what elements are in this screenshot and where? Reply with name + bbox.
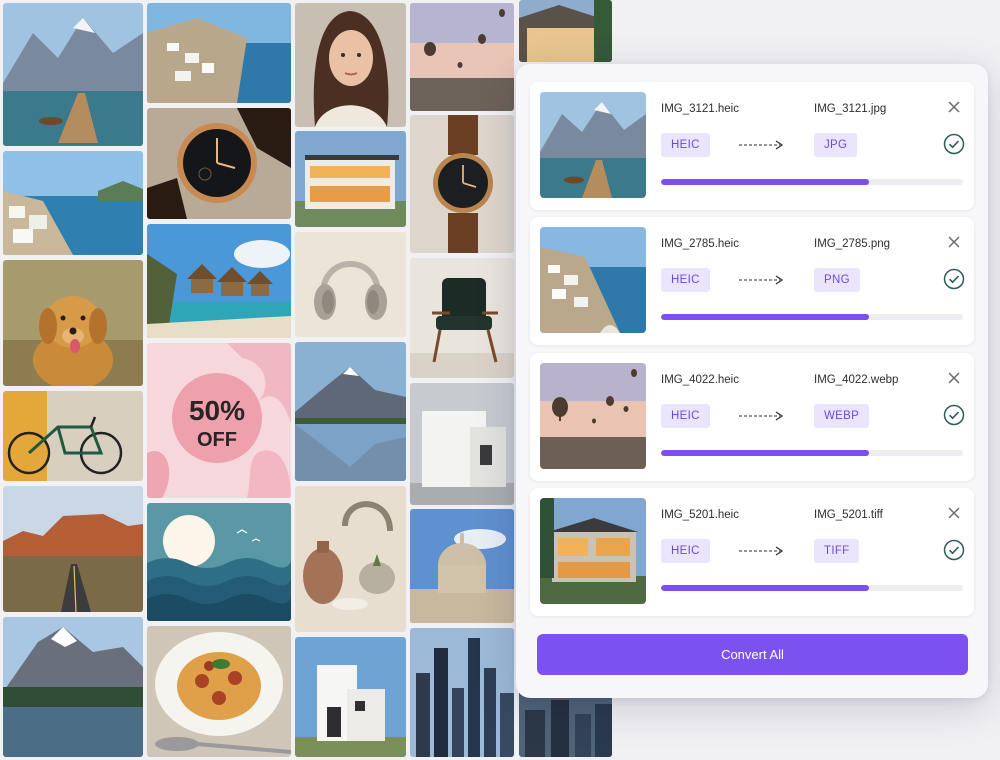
canyon-road-photo <box>3 486 143 612</box>
source-format-badge: HEIC <box>661 539 710 563</box>
white-building-photo <box>295 637 406 757</box>
wristwatch-photo <box>147 108 291 219</box>
golden-retriever-photo <box>3 260 143 386</box>
headphones-photo <box>295 232 406 337</box>
city-buildings-photo <box>519 690 612 757</box>
conversion-item: IMG_2785.heic IMG_2785.png HEIC PNG <box>530 217 974 345</box>
file-thumbnail <box>540 227 646 333</box>
city-skyline-photo <box>410 628 514 757</box>
cathedral-dome-photo <box>410 509 514 623</box>
hot-air-balloons-photo <box>410 3 514 111</box>
dashed-arrow-icon <box>739 411 784 421</box>
ceramic-vase-photo <box>295 486 406 632</box>
target-filename: IMG_5201.tiff <box>814 509 883 521</box>
bicycle-photo <box>3 391 143 481</box>
progress-bar <box>661 450 963 456</box>
target-format-selector[interactable]: JPG <box>814 133 858 157</box>
check-circle-icon <box>943 404 965 426</box>
promo-sale-graphic: 50% OFF <box>147 343 291 498</box>
file-thumbnail <box>540 92 646 198</box>
house-exterior-photo <box>519 0 612 62</box>
progress-bar-fill <box>661 314 870 320</box>
progress-bar <box>661 585 963 591</box>
target-filename: IMG_3121.jpg <box>814 103 887 115</box>
target-format-selector[interactable]: TIFF <box>814 539 860 563</box>
progress-bar-fill <box>661 585 870 591</box>
source-format-badge: HEIC <box>661 268 710 292</box>
close-icon[interactable] <box>946 505 962 521</box>
progress-bar-fill <box>661 179 870 185</box>
source-format-badge: HEIC <box>661 404 710 428</box>
source-filename: IMG_2785.heic <box>661 238 739 250</box>
promo-percent-text: 50% <box>188 395 246 426</box>
portrait-photo <box>295 3 406 127</box>
dashed-arrow-icon <box>739 546 784 556</box>
conversion-item: IMG_3121.heic IMG_3121.jpg HEIC JPG <box>530 82 974 210</box>
progress-bar <box>661 314 963 320</box>
conversion-item: IMG_5201.heic IMG_5201.tiff HEIC TIFF <box>530 488 974 616</box>
check-circle-icon <box>943 133 965 155</box>
dashed-arrow-icon <box>739 275 784 285</box>
leather-watch-photo <box>410 115 514 253</box>
convert-all-button[interactable]: Convert All <box>537 634 968 675</box>
mountain-lake-photo <box>3 3 143 146</box>
conversion-item: IMG_4022.heic IMG_4022.webp HEIC WEBP <box>530 353 974 481</box>
target-format-selector[interactable]: WEBP <box>814 404 870 428</box>
progress-bar <box>661 179 963 185</box>
source-filename: IMG_5201.heic <box>661 509 739 521</box>
armchair-photo <box>410 258 514 378</box>
target-filename: IMG_4022.webp <box>814 374 899 386</box>
check-circle-icon <box>943 268 965 290</box>
spaghetti-dish-photo <box>147 626 291 757</box>
close-icon[interactable] <box>946 99 962 115</box>
sunset-waves-illustration <box>147 503 291 621</box>
source-filename: IMG_3121.heic <box>661 103 739 115</box>
overwater-bungalows-photo <box>147 224 291 338</box>
modern-house-photo <box>295 131 406 227</box>
file-thumbnail <box>540 363 646 469</box>
close-icon[interactable] <box>946 234 962 250</box>
converter-panel: IMG_3121.heic IMG_3121.jpg HEIC JPG IMG_… <box>516 64 988 698</box>
close-icon[interactable] <box>946 370 962 386</box>
target-filename: IMG_2785.png <box>814 238 891 250</box>
file-thumbnail <box>540 498 646 604</box>
dashed-arrow-icon <box>739 140 784 150</box>
source-format-badge: HEIC <box>661 133 710 157</box>
white-architecture-photo <box>410 383 514 505</box>
target-format-selector[interactable]: PNG <box>814 268 860 292</box>
check-circle-icon <box>943 539 965 561</box>
mountain-reflection-photo <box>295 342 406 481</box>
source-filename: IMG_4022.heic <box>661 374 739 386</box>
progress-bar-fill <box>661 450 870 456</box>
coastal-village-photo <box>3 151 143 255</box>
hillside-town-photo <box>147 3 291 103</box>
promo-off-text: OFF <box>197 429 237 451</box>
snowy-mountain-lake-photo <box>3 617 143 757</box>
